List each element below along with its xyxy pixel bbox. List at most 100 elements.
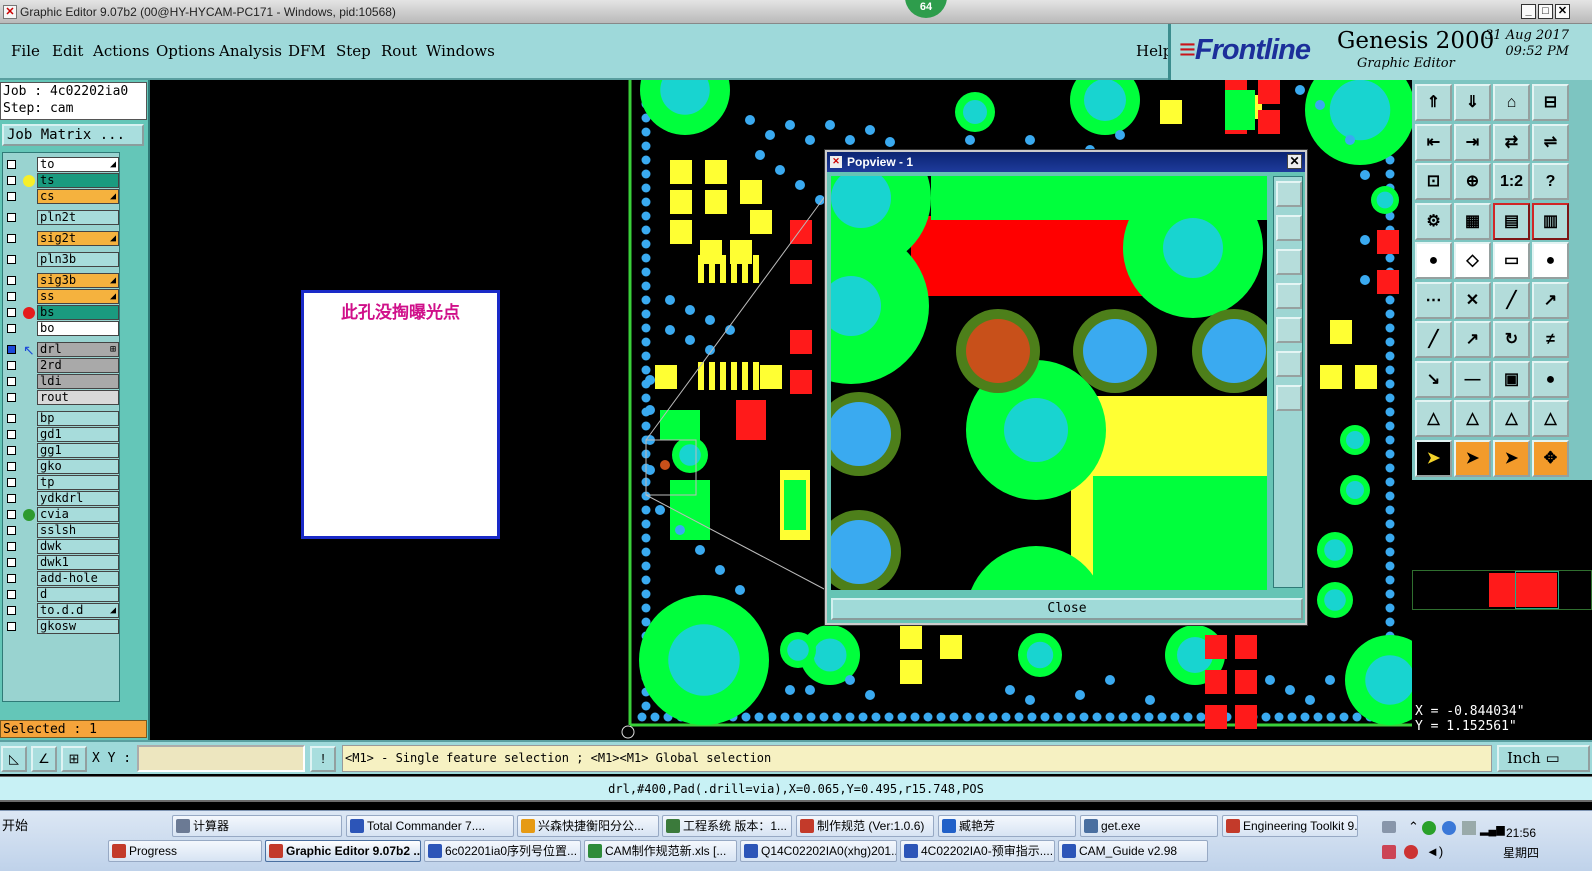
layer-row-gd1[interactable]: gd1 xyxy=(3,427,121,442)
layer-checkbox[interactable] xyxy=(7,255,16,264)
popview-canvas[interactable] xyxy=(831,176,1267,590)
mini-map[interactable] xyxy=(1412,570,1592,610)
layer-name[interactable]: ss ◢ xyxy=(37,289,119,304)
taskbar-window-0[interactable]: Progress xyxy=(108,840,262,862)
taskbar-window-2[interactable]: 6c02201ia0序列号位置... xyxy=(424,840,581,862)
layer-red-icon[interactable]: ▤ xyxy=(1493,202,1530,240)
keyboard-icon[interactable] xyxy=(1382,821,1396,833)
layer-name[interactable]: to.d.d ◢ xyxy=(37,603,119,618)
layer-checkbox[interactable] xyxy=(7,292,16,301)
layer-checkbox[interactable] xyxy=(7,361,16,370)
clock[interactable]: 21:56 星期四 xyxy=(1496,823,1546,863)
layer-name[interactable]: 2rd xyxy=(37,358,119,373)
layer-name[interactable]: ts xyxy=(37,173,119,188)
layer-name[interactable]: drl ⊞ xyxy=(37,342,119,357)
job-matrix-button[interactable]: Job Matrix ... xyxy=(2,124,144,146)
layer-checkbox[interactable] xyxy=(7,478,16,487)
layer-checkbox[interactable] xyxy=(7,160,16,169)
layer-checkbox[interactable] xyxy=(7,510,16,519)
layer-blue-icon[interactable]: ▥ xyxy=(1532,202,1569,240)
popview-close-icon[interactable]: ✕ xyxy=(1287,154,1302,169)
scale-1-2-icon[interactable]: 1:2 xyxy=(1493,163,1530,200)
layer-name[interactable]: dwk xyxy=(37,539,119,554)
taskbar-window-3[interactable]: CAM制作规范新.xls [... xyxy=(584,840,737,862)
layer-checkbox[interactable] xyxy=(7,414,16,423)
rotate-icon[interactable]: ↻ xyxy=(1493,321,1530,358)
taskbar-window-4[interactable]: Q14C02202IA0(xhg)201... xyxy=(740,840,897,862)
popview-zoom-in-icon[interactable] xyxy=(1276,181,1302,207)
layer-checkbox[interactable] xyxy=(7,213,16,222)
layer-checkbox[interactable] xyxy=(7,574,16,583)
swap-icon[interactable]: ⇄ xyxy=(1493,123,1530,161)
taskbar-window-1[interactable]: Graphic Editor 9.07b2 ... xyxy=(265,840,421,862)
home-icon[interactable]: ⌂ xyxy=(1493,84,1530,121)
layer-row-ts[interactable]: ts xyxy=(3,173,121,188)
snap-grid-icon[interactable]: ⊞ xyxy=(61,746,87,772)
pointer-icon[interactable]: ➤ xyxy=(1415,439,1452,477)
box-icon[interactable]: ▣ xyxy=(1493,360,1530,398)
tri-d-icon[interactable]: △ xyxy=(1532,400,1569,437)
layer-name[interactable]: ydkdrl xyxy=(37,491,119,506)
dot-icon[interactable]: ● xyxy=(1532,242,1569,279)
layer-name[interactable]: add-hole xyxy=(37,571,119,586)
layer-row-bo[interactable]: bo xyxy=(3,321,121,336)
minus-icon[interactable]: — xyxy=(1454,360,1491,398)
layer-checkbox[interactable] xyxy=(7,308,16,317)
measure-angle-icon[interactable]: ∠ xyxy=(31,746,57,772)
tri-a-icon[interactable]: △ xyxy=(1415,400,1452,437)
tray-up-icon[interactable]: ⌃ xyxy=(1408,819,1419,835)
layer-name[interactable]: bs xyxy=(37,305,119,320)
layer-row-sslsh[interactable]: sslsh xyxy=(3,523,121,538)
layer-row-ydkdrl[interactable]: ydkdrl xyxy=(3,491,121,506)
select-orange-icon[interactable]: ➤ xyxy=(1454,439,1491,477)
layer-name[interactable]: ldi xyxy=(37,374,119,389)
layer-name[interactable]: cs ◢ xyxy=(37,189,119,204)
layer-row-bs[interactable]: bs xyxy=(3,305,121,320)
tray-green-icon[interactable] xyxy=(1422,821,1436,835)
measure-icon[interactable]: ▭ xyxy=(1493,242,1530,279)
layer-checkbox[interactable] xyxy=(7,494,16,503)
snap-icon[interactable]: ⚙ xyxy=(1415,202,1452,240)
flip-icon[interactable]: ⇌ xyxy=(1532,123,1569,161)
menu-windows[interactable]: Windows xyxy=(426,42,495,60)
layer-row-cs[interactable]: cs ◢ xyxy=(3,189,121,204)
popview-move-up-icon[interactable] xyxy=(1276,215,1302,241)
layer-name[interactable]: pln3b xyxy=(37,252,119,267)
tri-b-icon[interactable]: △ xyxy=(1454,400,1491,437)
layer-name[interactable]: bp xyxy=(37,411,119,426)
center-icon[interactable]: ⊕ xyxy=(1454,163,1491,200)
layer-name[interactable]: gko xyxy=(37,459,119,474)
move-down-icon[interactable]: ⇓ xyxy=(1454,84,1491,121)
layer-checkbox[interactable] xyxy=(7,324,16,333)
tray-app-icon[interactable] xyxy=(1382,845,1396,859)
layer-row-gg1[interactable]: gg1 xyxy=(3,443,121,458)
layer-checkbox[interactable] xyxy=(7,542,16,551)
layer-checkbox[interactable] xyxy=(7,526,16,535)
quick-task-1[interactable]: Total Commander 7.... xyxy=(346,815,514,837)
minimize-button[interactable]: _ xyxy=(1521,4,1536,19)
tray-battery-icon[interactable] xyxy=(1462,821,1476,835)
layer-checkbox[interactable] xyxy=(7,446,16,455)
layer-row-ss[interactable]: ss ◢ xyxy=(3,289,121,304)
popview-title-bar[interactable]: ✕ Popview - 1 ✕ xyxy=(827,152,1305,172)
quick-task-6[interactable]: get.exe xyxy=(1080,815,1218,837)
layer-row-2rd[interactable]: 2rd xyxy=(3,358,121,373)
layer-row-dwk1[interactable]: dwk1 xyxy=(3,555,121,570)
layer-row-pln3b[interactable]: pln3b xyxy=(3,252,121,267)
pan-right-icon[interactable]: ⇥ xyxy=(1454,123,1491,161)
layer-name[interactable]: sig2t ◢ xyxy=(37,231,119,246)
close-button[interactable]: ✕ xyxy=(1555,4,1570,19)
move-point-icon[interactable]: ↘ xyxy=(1415,360,1452,398)
xy-input[interactable] xyxy=(137,745,305,772)
layer-checkbox[interactable] xyxy=(7,430,16,439)
tray-red-icon[interactable] xyxy=(1404,845,1418,859)
layer-checkbox[interactable] xyxy=(7,622,16,631)
layer-row-tp[interactable]: tp xyxy=(3,475,121,490)
layer-name[interactable]: bo xyxy=(37,321,119,336)
menu-dfm[interactable]: DFM xyxy=(288,42,326,60)
line-draw-icon[interactable]: ◇ xyxy=(1454,242,1491,279)
layer-checkbox[interactable] xyxy=(7,176,16,185)
layer-name[interactable]: rout xyxy=(37,390,119,405)
popview-move-down-icon[interactable] xyxy=(1276,249,1302,275)
tray-blue-icon[interactable] xyxy=(1442,821,1456,835)
